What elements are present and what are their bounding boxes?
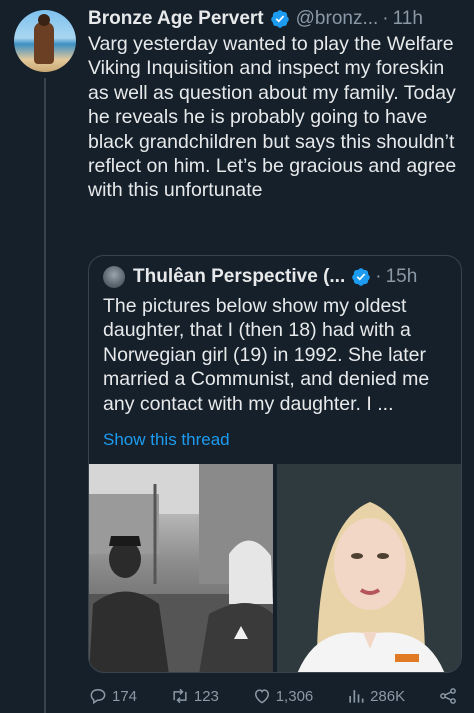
heart-icon	[254, 689, 269, 704]
retweet-icon	[173, 688, 187, 704]
like-count: 1,306	[275, 687, 314, 705]
share-button[interactable]	[438, 686, 458, 706]
author-name[interactable]: Bronze Age Pervert	[88, 8, 264, 30]
verified-badge-icon	[270, 10, 289, 28]
photo-left-graphic	[89, 464, 273, 672]
quote-photo-left[interactable]	[89, 464, 273, 672]
quote-avatar	[103, 266, 125, 288]
quote-separator-dot: ·	[375, 266, 382, 287]
thread-line	[44, 78, 46, 713]
tweet-text: Varg yesterday wanted to play the Welfar…	[88, 33, 457, 202]
tweet-header: Bronze Age Pervert @bronz... · 11h	[88, 6, 423, 32]
views-chart-icon	[349, 690, 364, 703]
quote-photo-right[interactable]	[277, 464, 461, 672]
views-button[interactable]: 286K	[346, 686, 405, 706]
quote-header: Thulêan Perspective (... · 15h	[103, 264, 417, 290]
quote-timestamp: 15h	[385, 266, 418, 287]
retweet-button[interactable]: 123	[170, 686, 219, 706]
quote-verified-badge-icon	[352, 268, 370, 286]
reply-count: 174	[112, 687, 138, 705]
photo-right-graphic	[277, 464, 461, 672]
reply-button[interactable]: 174	[88, 686, 137, 706]
reply-icon	[90, 688, 106, 705]
quoted-tweet[interactable]: Thulêan Perspective (... · 15h The pictu…	[88, 255, 462, 673]
timestamp[interactable]: 11h	[393, 8, 423, 30]
view-count: 286K	[370, 687, 406, 705]
action-bar: 174 123 1,306 286K	[88, 684, 458, 708]
quote-text: The pictures below show my oldest daught…	[103, 295, 430, 415]
avatar[interactable]	[14, 10, 76, 72]
avatar-figure	[34, 14, 54, 64]
author-handle[interactable]: @bronz...	[296, 8, 379, 30]
separator-dot: ·	[382, 8, 389, 29]
like-button[interactable]: 1,306	[252, 686, 314, 706]
share-icon	[440, 688, 456, 704]
retweet-count: 123	[193, 687, 219, 705]
quote-author-name: Thulêan Perspective (...	[133, 266, 346, 287]
show-thread-link[interactable]: Show this thread	[103, 430, 230, 450]
